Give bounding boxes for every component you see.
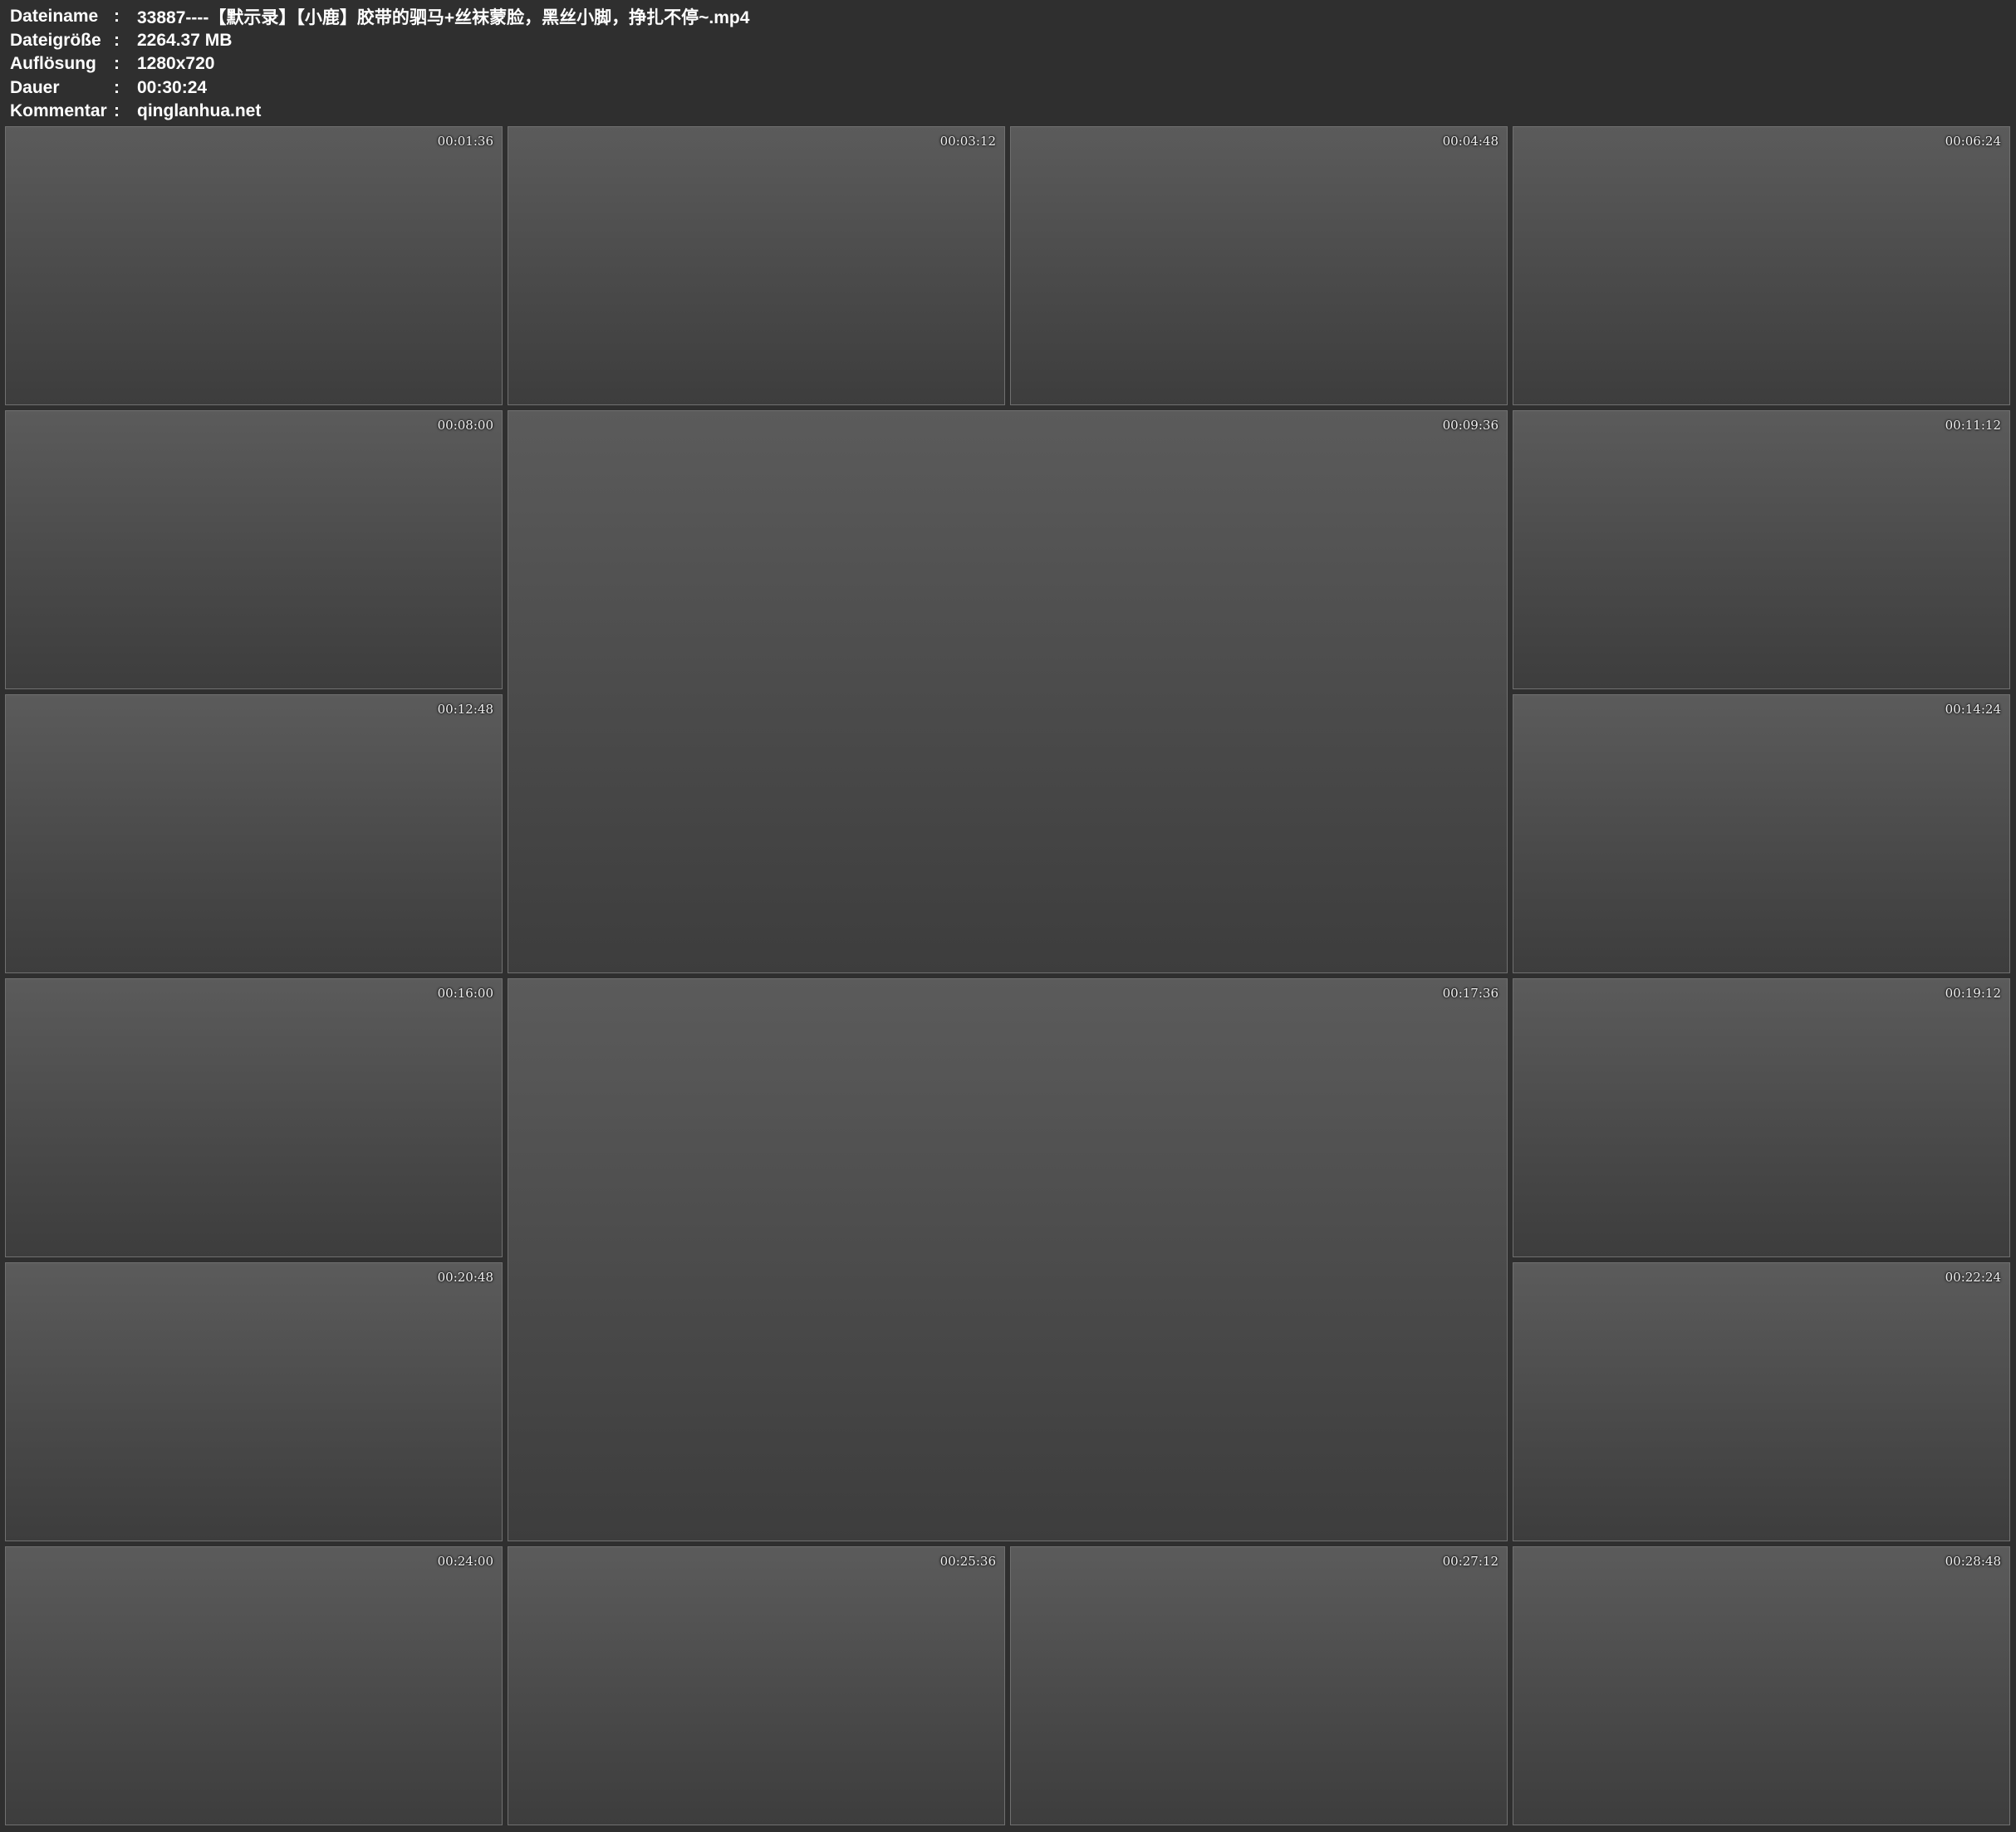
comment-value: qinglanhua.net — [137, 101, 262, 121]
thumbnail-grid: 00:01:36 00:03:12 00:04:48 00:06:24 00:0… — [5, 126, 2010, 1825]
thumbnail-timestamp: 00:11:12 — [1945, 418, 2001, 433]
thumbnail-timestamp: 00:20:48 — [437, 1270, 493, 1285]
thumbnail-timestamp: 00:22:24 — [1945, 1270, 2001, 1285]
thumbnail: 00:24:00 — [5, 1546, 503, 1825]
duration-row: Dauer : 00:30:24 — [10, 76, 2004, 100]
thumbnail-timestamp: 00:09:36 — [1442, 418, 1499, 433]
thumbnail-timestamp: 00:19:12 — [1945, 986, 2001, 1001]
thumbnail-timestamp: 00:04:48 — [1442, 134, 1499, 149]
filename-separator: : — [114, 7, 120, 27]
thumbnail: 00:28:48 — [1513, 1546, 2010, 1825]
thumbnail: 00:20:48 — [5, 1262, 503, 1541]
filesize-label: Dateigröße — [10, 30, 101, 50]
thumbnail: 00:03:12 — [508, 126, 1005, 405]
thumbnail-timestamp: 00:08:00 — [437, 418, 493, 433]
thumbnail-timestamp: 00:17:36 — [1442, 986, 1499, 1001]
thumbnail: 00:16:00 — [5, 978, 503, 1257]
thumbnail: 00:04:48 — [1010, 126, 1508, 405]
thumbnail-timestamp: 00:06:24 — [1945, 134, 2001, 149]
filename-value: 33887----【默示录】【小鹿】胶带的驷马+丝袜蒙脸，黑丝小脚，挣扎不停~.… — [137, 8, 750, 28]
thumbnail: 00:14:24 — [1513, 694, 2010, 973]
thumbnail: 00:27:12 — [1010, 1546, 1508, 1825]
thumbnail: 00:19:12 — [1513, 978, 2010, 1257]
duration-separator: : — [114, 77, 120, 97]
resolution-label: Auflösung — [10, 54, 96, 74]
comment-row: Kommentar : qinglanhua.net — [10, 100, 2004, 124]
thumbnail-timestamp: 00:03:12 — [939, 134, 996, 149]
thumbnail: 00:25:36 — [508, 1546, 1005, 1825]
thumbnail-timestamp: 00:24:00 — [437, 1554, 493, 1569]
file-info-header: Dateiname : 33887----【默示录】【小鹿】胶带的驷马+丝袜蒙脸… — [10, 5, 2004, 121]
thumbnail-timestamp: 00:28:48 — [1945, 1554, 2001, 1569]
thumbnail: 00:11:12 — [1513, 410, 2010, 689]
comment-separator: : — [114, 101, 120, 121]
thumbnail-large: 00:09:36 — [508, 410, 1508, 973]
resolution-row: Auflösung : 1280x720 — [10, 52, 2004, 76]
thumbnail-timestamp: 00:16:00 — [437, 986, 493, 1001]
filename-label: Dateiname — [10, 7, 99, 27]
thumbnail-timestamp: 00:14:24 — [1945, 702, 2001, 717]
resolution-value: 1280x720 — [137, 54, 215, 74]
filesize-separator: : — [114, 30, 120, 50]
thumbnail: 00:01:36 — [5, 126, 503, 405]
filesize-row: Dateigröße : 2264.37 MB — [10, 29, 2004, 53]
thumbnail: 00:12:48 — [5, 694, 503, 973]
filesize-value: 2264.37 MB — [137, 30, 233, 50]
resolution-separator: : — [114, 54, 120, 74]
thumbnail-timestamp: 00:12:48 — [437, 702, 493, 717]
duration-value: 00:30:24 — [137, 77, 208, 97]
duration-label: Dauer — [10, 77, 60, 97]
thumbnail-timestamp: 00:25:36 — [939, 1554, 996, 1569]
thumbnail-timestamp: 00:01:36 — [437, 134, 493, 149]
thumbnail: 00:08:00 — [5, 410, 503, 689]
thumbnail-large: 00:17:36 — [508, 978, 1508, 1541]
thumbnail: 00:22:24 — [1513, 1262, 2010, 1541]
thumbnail-timestamp: 00:27:12 — [1442, 1554, 1499, 1569]
comment-label: Kommentar — [10, 101, 107, 121]
thumbnail: 00:06:24 — [1513, 126, 2010, 405]
filename-row: Dateiname : 33887----【默示录】【小鹿】胶带的驷马+丝袜蒙脸… — [10, 5, 2004, 29]
